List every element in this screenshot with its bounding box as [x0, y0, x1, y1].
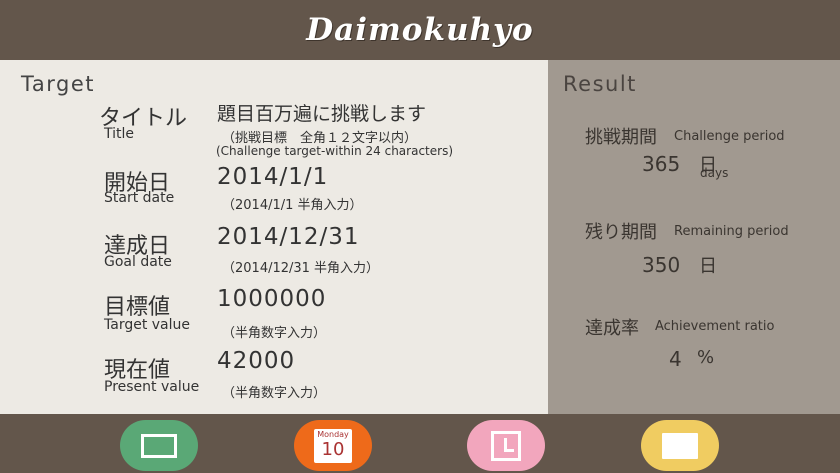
achievement-ratio-unit: % [697, 347, 715, 368]
app-title: Daimokuhyo [306, 12, 534, 48]
remaining-period-unit: 日 [699, 256, 717, 277]
clock-button[interactable] [467, 420, 545, 471]
start-date-hint: （2014/1/1 半角入力） [222, 198, 363, 213]
present-value-hint: （半角数字入力） [222, 386, 327, 401]
calendar-icon-weekday: Monday [317, 429, 349, 439]
card-icon [662, 432, 698, 459]
target-heading: Target [21, 72, 95, 96]
challenge-period-label: 挑戦期間 [585, 127, 657, 148]
title-hint-en: (Challenge target-within 24 characters) [216, 144, 453, 158]
rectangle-icon [141, 433, 177, 458]
app-header: Daimokuhyo [0, 0, 840, 60]
challenge-period-unit-en: days [700, 166, 729, 180]
result-heading: Result [563, 72, 637, 96]
goal-date-hint: （2014/12/31 半角入力） [222, 261, 380, 276]
challenge-period-value: 365 [642, 152, 681, 176]
clock-icon [491, 430, 521, 461]
remaining-period-label: 残り期間 [585, 222, 657, 243]
memo-button[interactable] [641, 420, 719, 471]
present-value-label-en: Present value [104, 379, 200, 395]
remaining-period-value: 350 [642, 253, 681, 277]
result-panel: Result 挑戦期間 Challenge period 365 日 days … [548, 60, 840, 414]
calendar-icon-day: 10 [321, 438, 345, 460]
goal-date-field[interactable]: 2014/12/31 [217, 224, 360, 250]
target-value-label-en: Target value [104, 317, 191, 333]
start-date-field[interactable]: 2014/1/1 [217, 164, 328, 190]
target-value-hint: （半角数字入力） [222, 326, 327, 341]
remaining-period-label-en: Remaining period [674, 224, 789, 239]
achievement-ratio-value: 4 [669, 347, 682, 371]
bottom-toolbar: Monday 10 [0, 414, 840, 473]
start-date-label-en: Start date [104, 190, 175, 206]
target-panel: Target タイトル Title 題目百万遍に挑戦します （挑戦目標 全角１２… [0, 60, 548, 414]
achievement-ratio-label: 達成率 [585, 318, 639, 339]
target-view-button[interactable] [120, 420, 198, 471]
target-value-field[interactable]: 1000000 [217, 286, 326, 312]
goal-date-label-en: Goal date [104, 254, 172, 270]
present-value-field[interactable]: 42000 [217, 348, 295, 374]
achievement-ratio-label-en: Achievement ratio [655, 319, 775, 334]
calendar-button[interactable]: Monday 10 [294, 420, 372, 471]
calendar-icon: Monday 10 [314, 428, 352, 463]
challenge-period-label-en: Challenge period [674, 129, 785, 144]
title-label-en: Title [104, 126, 135, 142]
title-field[interactable]: 題目百万遍に挑戦します [217, 99, 426, 126]
